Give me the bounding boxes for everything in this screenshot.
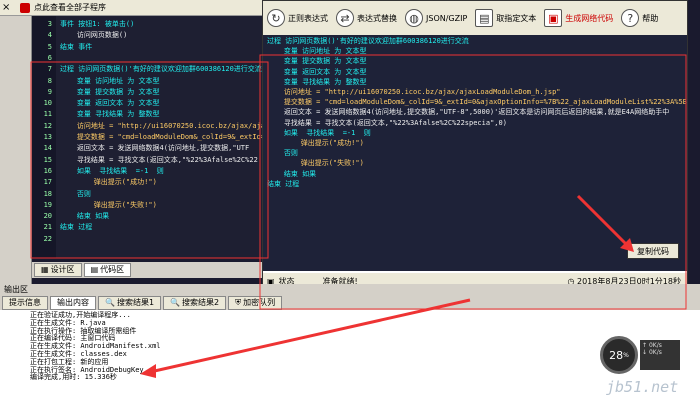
highlight-box (30, 61, 269, 259)
annotation-overlay (30, 54, 687, 378)
arrow-to-output (149, 298, 471, 374)
highlight-box-dialog (259, 54, 687, 310)
arrow-to-copy (576, 194, 630, 248)
arrow-head-output (140, 364, 156, 378)
